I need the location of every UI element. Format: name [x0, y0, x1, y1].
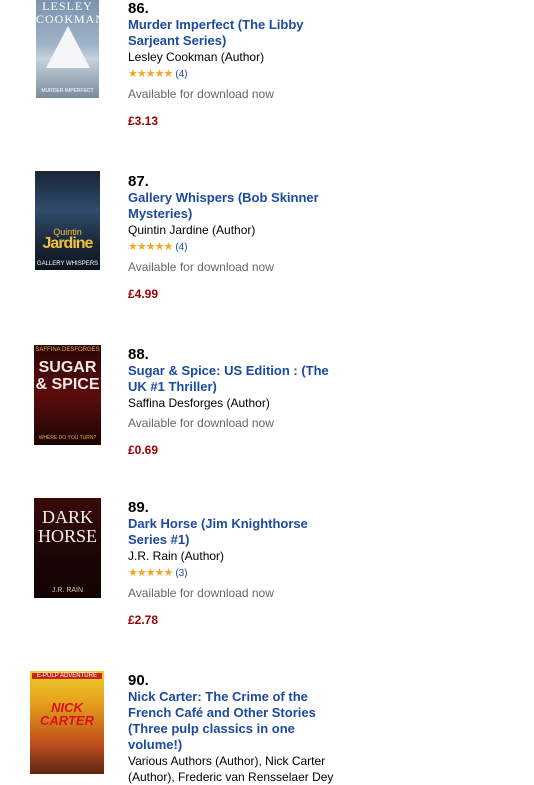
cover-mountain-art: [46, 26, 90, 68]
cover-title-text: NICK CARTER: [40, 700, 94, 728]
book-cover-90[interactable]: E-PULP ADVENTURE NICK CARTER: [30, 671, 104, 774]
author-text: J.R. Rain (Author): [128, 549, 225, 563]
review-count-link[interactable]: (4): [175, 242, 187, 253]
book-title-link[interactable]: Murder Imperfect (The Libby Sarjeant Ser…: [128, 17, 343, 49]
cover-author-last-text: Jardine: [42, 235, 94, 252]
rating-row: ★★★★★ (4): [128, 67, 343, 81]
list-item-90: 90. Nick Carter: The Crime of the French…: [128, 672, 343, 785]
list-item-88: 88. Sugar & Spice: US Edition : (The UK …: [128, 346, 343, 458]
review-count-link[interactable]: (3): [175, 568, 187, 579]
price-text: £3.13: [128, 114, 159, 128]
book-title-link[interactable]: Sugar & Spice: US Edition : (The UK #1 T…: [128, 363, 343, 395]
cover-title-text: SUGAR & SPICE: [35, 359, 100, 393]
book-title-link[interactable]: Dark Horse (Jim Knighthorse Series #1): [128, 516, 343, 548]
list-item-89: 89. Dark Horse (Jim Knighthorse Series #…: [128, 499, 343, 628]
price-text: £4.99: [128, 287, 159, 301]
cover-title-text: MURDER IMPERFECT: [41, 88, 94, 94]
author-text: Lesley Cookman (Author): [128, 50, 265, 64]
price-text: £2.78: [128, 613, 159, 627]
book-title-link[interactable]: Nick Carter: The Crime of the French Caf…: [128, 689, 343, 753]
cover-author-text: LESLEY COOKMAN: [36, 0, 99, 26]
list-item-87: 87. Gallery Whispers (Bob Skinner Myster…: [128, 173, 343, 302]
author-text: Quintin Jardine (Author): [128, 223, 256, 237]
cover-series-text: E-PULP ADVENTURE: [32, 673, 102, 679]
author-text: Saffina Desforges (Author): [128, 396, 270, 410]
rank-number: 90.: [128, 672, 149, 689]
list-item-86: 86. Murder Imperfect (The Libby Sarjeant…: [128, 0, 343, 129]
star-rating-icon[interactable]: ★★★★★: [128, 68, 173, 80]
rank-number: 89.: [128, 499, 149, 516]
cover-author-text: SAFFINA DESFORGES: [35, 347, 100, 353]
rank-number: 88.: [128, 346, 149, 363]
book-cover-86[interactable]: LESLEY COOKMAN MURDER IMPERFECT: [36, 0, 99, 98]
availability-text: Available for download now: [128, 416, 274, 430]
book-cover-89[interactable]: DARK HORSE J.R. RAIN: [34, 498, 101, 598]
rating-row: ★★★★★ (4): [128, 240, 343, 254]
book-cover-88[interactable]: SAFFINA DESFORGES SUGAR & SPICE WHERE DO…: [34, 345, 101, 445]
book-title-link[interactable]: Gallery Whispers (Bob Skinner Mysteries): [128, 190, 343, 222]
book-cover-87[interactable]: Quintin Jardine GALLERY WHISPERS: [35, 171, 100, 270]
author-text: Various Authors (Author), Nick Carter (A…: [128, 754, 334, 784]
rating-row: ★★★★★ (3): [128, 566, 343, 580]
availability-text: Available for download now: [128, 260, 274, 274]
star-rating-icon[interactable]: ★★★★★: [128, 567, 173, 579]
review-count-link[interactable]: (4): [175, 69, 187, 80]
price-text: £0.69: [128, 443, 159, 457]
availability-text: Available for download now: [128, 586, 274, 600]
cover-title-text: GALLERY WHISPERS: [36, 261, 99, 267]
availability-text: Available for download now: [128, 87, 274, 101]
cover-author-text: J.R. RAIN: [51, 587, 84, 594]
rank-number: 86.: [128, 0, 149, 17]
rank-number: 87.: [128, 173, 149, 190]
star-rating-icon[interactable]: ★★★★★: [128, 241, 173, 253]
cover-title-text: DARK HORSE: [37, 507, 97, 546]
cover-tagline-text: WHERE DO YOU TURN?: [38, 435, 97, 441]
